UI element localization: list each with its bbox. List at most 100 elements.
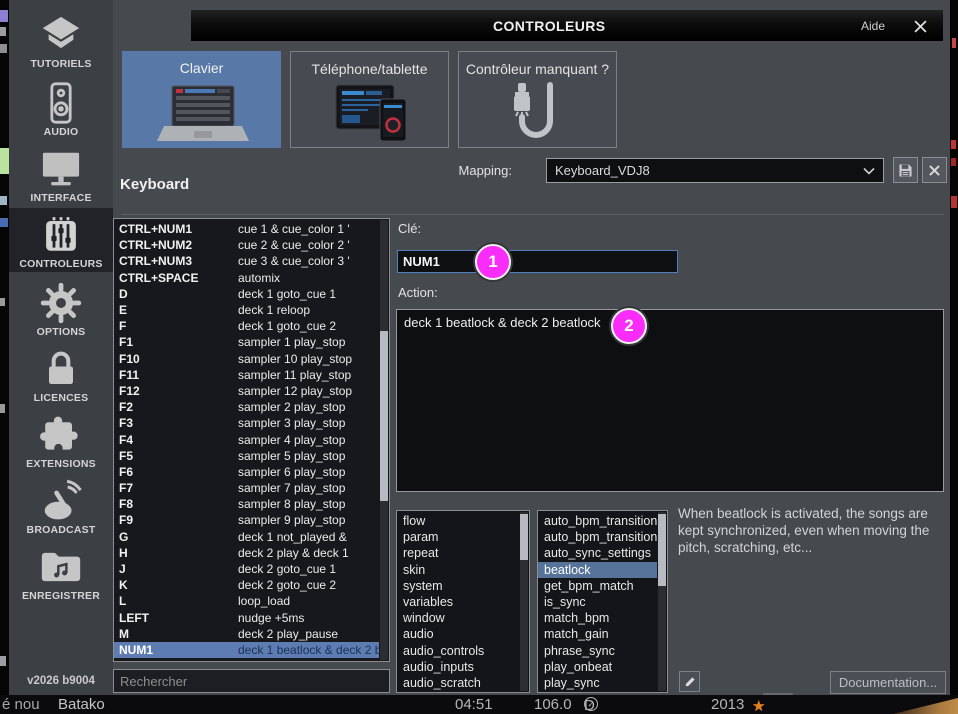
scrollbar-thumb[interactable] (658, 514, 666, 586)
action-row[interactable]: is_sync (538, 594, 657, 610)
category-row[interactable]: system (397, 578, 519, 594)
category-row[interactable]: skin (397, 562, 519, 578)
sidebar-item-extensions[interactable]: EXTENSIONS (9, 408, 113, 472)
key-mapping-row[interactable]: Hdeck 2 play & deck 1 (114, 545, 379, 561)
action-row[interactable]: phrase_sync (538, 643, 657, 659)
action-row[interactable]: auto_bpm_transition (538, 513, 657, 529)
sidebar-item-broadcast[interactable]: BROADCAST (9, 474, 113, 538)
key-mapping-row[interactable]: F7sampler 7 play_stop (114, 480, 379, 496)
category-row[interactable]: audio (397, 626, 519, 642)
mapping-value: Keyboard_VDJ8 (555, 163, 650, 178)
key-mapping-row[interactable]: F11sampler 11 play_stop (114, 367, 379, 383)
key-mapping-row[interactable]: F8sampler 8 play_stop (114, 496, 379, 512)
key-mapping-row[interactable]: F9sampler 9 play_stop (114, 512, 379, 528)
search-input[interactable] (113, 669, 390, 693)
sidebar-item-interface[interactable]: INTERFACE (9, 142, 113, 206)
action-row[interactable]: beatlock (538, 562, 657, 578)
background-artifact (951, 158, 956, 166)
background-track-year: 2013 (711, 696, 744, 713)
key-mapping-row[interactable]: CTRL+SPACEautomix (114, 270, 379, 286)
scrollbar-track[interactable] (380, 220, 388, 660)
key-mapping-row[interactable]: F12sampler 12 play_stop (114, 383, 379, 399)
key-mapping-row[interactable]: Lloop_load (114, 593, 379, 609)
tab-clavier[interactable]: Clavier (122, 51, 281, 148)
documentation-button[interactable]: Documentation... (830, 671, 946, 694)
action-row[interactable]: get_bpm_match (538, 578, 657, 594)
key-mapping-row[interactable]: F5sampler 5 play_stop (114, 448, 379, 464)
key-input[interactable] (397, 250, 678, 273)
annotation-marker-2: 2 (611, 308, 647, 344)
category-row[interactable]: flow (397, 513, 519, 529)
x-icon (929, 165, 940, 176)
key-action-text: sampler 7 play_stop (238, 481, 379, 495)
key-mapping-row[interactable]: Edeck 1 reloop (114, 302, 379, 318)
key-action-text: deck 1 not_played & (238, 530, 379, 544)
key-mapping-row[interactable]: Gdeck 1 not_played & (114, 529, 379, 545)
scrollbar-track[interactable] (520, 512, 528, 691)
key-mapping-row[interactable]: F4sampler 4 play_stop (114, 431, 379, 447)
action-category-list: flowparamrepeatskinsystemvariableswindow… (396, 510, 530, 693)
action-row[interactable]: match_bpm (538, 610, 657, 626)
scrollbar-thumb[interactable] (520, 514, 528, 560)
scrollbar-thumb[interactable] (380, 331, 388, 501)
key-mapping-row[interactable]: LEFTnudge +5ms (114, 610, 379, 626)
action-row[interactable]: play_onbeat (538, 659, 657, 675)
edit-script-button[interactable] (679, 671, 700, 692)
tab-telephone-tablette[interactable]: Téléphone/tablette (290, 51, 449, 148)
key-mapping-row[interactable]: F1sampler 1 play_stop (114, 334, 379, 350)
key-mapping-row[interactable]: F6sampler 6 play_stop (114, 464, 379, 480)
key-mapping-row[interactable]: F2sampler 2 play_stop (114, 399, 379, 415)
sidebar-item-controleurs[interactable]: CONTROLEURS (9, 208, 113, 272)
background-artifact (0, 656, 6, 666)
category-row[interactable]: repeat (397, 545, 519, 561)
documentation-label: Documentation... (839, 675, 937, 690)
floppy-icon (898, 163, 913, 178)
key-mapping-row[interactable]: F3sampler 3 play_stop (114, 415, 379, 431)
sidebar-item-options[interactable]: OPTIONS (9, 276, 113, 340)
category-row[interactable]: audio_scratch (397, 675, 519, 691)
key-mapping-row[interactable]: Ddeck 1 goto_cue 1 (114, 286, 379, 302)
dialog-title: CONTROLEURS (493, 18, 606, 34)
action-row[interactable]: match_gain (538, 626, 657, 642)
key-mapping-row[interactable]: Jdeck 2 goto_cue 1 (114, 561, 379, 577)
category-row[interactable]: variables (397, 594, 519, 610)
key-action-text: sampler 1 play_stop (238, 335, 379, 349)
key-mapping-row[interactable]: Mdeck 2 play_pause (114, 626, 379, 642)
key-name: F10 (119, 352, 238, 366)
key-name: G (119, 530, 238, 544)
key-mapping-row[interactable]: Kdeck 2 goto_cue 2 (114, 577, 379, 593)
key-mapping-row[interactable]: NUM1deck 1 beatlock & deck 2 beatlock (114, 642, 379, 658)
key-name: M (119, 627, 238, 641)
key-mapping-row[interactable]: CTRL+NUM2cue 2 & cue_color 2 ' (114, 237, 379, 253)
sidebar-item-enregistrer[interactable]: ENREGISTRER (9, 540, 113, 604)
category-row[interactable]: audio_controls (397, 643, 519, 659)
sidebar-item-audio[interactable]: AUDIO (9, 76, 113, 140)
close-icon[interactable] (911, 17, 929, 35)
sidebar-item-label: TUTORIELS (30, 58, 91, 70)
key-mapping-row[interactable]: CTRL+NUM1cue 1 & cue_color 1 ' (114, 221, 379, 237)
action-description: When beatlock is activated, the songs ar… (678, 505, 950, 556)
sidebar-item-tutoriels[interactable]: TUTORIELS (9, 8, 113, 72)
category-row[interactable]: param (397, 529, 519, 545)
mapping-dropdown[interactable]: Keyboard_VDJ8 (546, 158, 884, 183)
key-action-text: sampler 2 play_stop (238, 400, 379, 414)
delete-mapping-button[interactable] (922, 157, 947, 183)
action-field-label: Action: (398, 285, 438, 300)
key-mapping-row[interactable]: CTRL+NUM3cue 3 & cue_color 3 ' (114, 253, 379, 269)
category-row[interactable]: audio_inputs (397, 659, 519, 675)
action-row[interactable]: auto_sync_settings (538, 545, 657, 561)
sidebar-item-licences[interactable]: LICENCES (9, 342, 113, 406)
key-mapping-row[interactable]: F10sampler 10 play_stop (114, 351, 379, 367)
help-link[interactable]: Aide (861, 19, 885, 33)
record-folder-icon (38, 544, 84, 590)
action-row[interactable]: play_sync (538, 675, 657, 691)
background-artifact (951, 140, 956, 149)
scrollbar-track[interactable] (658, 512, 666, 691)
key-mapping-row[interactable]: Fdeck 1 goto_cue 2 (114, 318, 379, 334)
save-mapping-button[interactable] (893, 157, 918, 183)
background-artifact (0, 196, 7, 205)
tab-controleur-manquant[interactable]: Contrôleur manquant ? (458, 51, 617, 148)
action-editor[interactable]: deck 1 beatlock & deck 2 beatlock (396, 309, 944, 492)
category-row[interactable]: window (397, 610, 519, 626)
action-row[interactable]: auto_bpm_transition (538, 529, 657, 545)
